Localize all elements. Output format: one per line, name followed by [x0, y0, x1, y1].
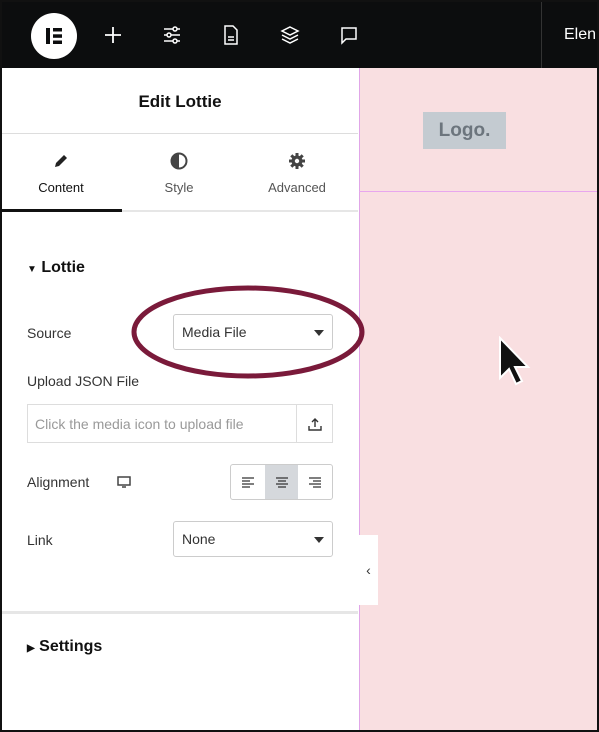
- document-icon[interactable]: [220, 24, 242, 46]
- upload-icon: [307, 417, 322, 431]
- section-settings[interactable]: ▶ Settings: [27, 638, 102, 656]
- tab-advanced[interactable]: Advanced: [238, 134, 356, 212]
- align-right-button[interactable]: [298, 465, 332, 499]
- upload-label: Upload JSON File: [27, 373, 140, 389]
- align-center-button[interactable]: [264, 465, 299, 499]
- align-right-icon: [309, 477, 322, 488]
- caret-down-icon: ▼: [27, 264, 37, 275]
- section-lottie[interactable]: ▼ Lottie: [27, 259, 85, 277]
- align-center-icon: [275, 477, 288, 488]
- alignment-control: [230, 464, 333, 500]
- divider: [122, 210, 358, 212]
- comment-icon[interactable]: [338, 24, 360, 46]
- sliders-icon[interactable]: [161, 24, 183, 46]
- source-label: Source: [27, 325, 72, 341]
- tab-label: Style: [164, 180, 194, 195]
- logo-placeholder[interactable]: Logo.: [423, 112, 506, 149]
- upload-json-input[interactable]: Click the media icon to upload file: [27, 404, 333, 443]
- tab-style[interactable]: Style: [120, 134, 238, 212]
- tab-label: Content: [38, 180, 84, 195]
- page-title: Elen: [564, 26, 597, 43]
- align-left-icon: [241, 477, 254, 488]
- section-outline: [359, 191, 597, 192]
- elementor-logo-icon[interactable]: [31, 13, 77, 59]
- collapse-panel-button[interactable]: ‹: [359, 535, 378, 605]
- contrast-icon: [170, 152, 188, 170]
- annotation-ellipse: [131, 285, 365, 379]
- link-label: Link: [27, 532, 53, 548]
- mouse-cursor-icon: [499, 336, 531, 386]
- align-left-button[interactable]: [231, 465, 265, 499]
- top-bar: Elen: [2, 2, 597, 68]
- divider: [541, 2, 542, 68]
- section-label: Settings: [39, 638, 103, 655]
- alignment-label: Alignment: [27, 474, 90, 490]
- link-select[interactable]: None: [173, 521, 333, 557]
- tab-content[interactable]: Content: [2, 134, 120, 212]
- caret-right-icon: ▶: [27, 643, 35, 654]
- plus-icon[interactable]: [102, 24, 124, 46]
- chevron-left-icon: ‹: [366, 562, 371, 578]
- desktop-icon[interactable]: [116, 475, 132, 489]
- gear-icon: [289, 153, 305, 169]
- upload-button[interactable]: [296, 405, 332, 442]
- section-label: Lottie: [41, 259, 85, 276]
- layers-icon[interactable]: [279, 24, 301, 46]
- pencil-icon: [55, 155, 67, 167]
- upload-placeholder: Click the media icon to upload file: [35, 416, 244, 432]
- divider: [2, 611, 358, 614]
- canvas-preview[interactable]: [359, 68, 597, 730]
- caret-down-icon: [314, 537, 324, 543]
- panel-title: Edit Lottie: [138, 92, 222, 111]
- link-value: None: [182, 531, 216, 547]
- editor-panel: Edit Lottie Content Style Advanced ▼ Lot…: [2, 68, 358, 730]
- active-tab-indicator: [2, 209, 122, 212]
- tab-label: Advanced: [268, 180, 326, 195]
